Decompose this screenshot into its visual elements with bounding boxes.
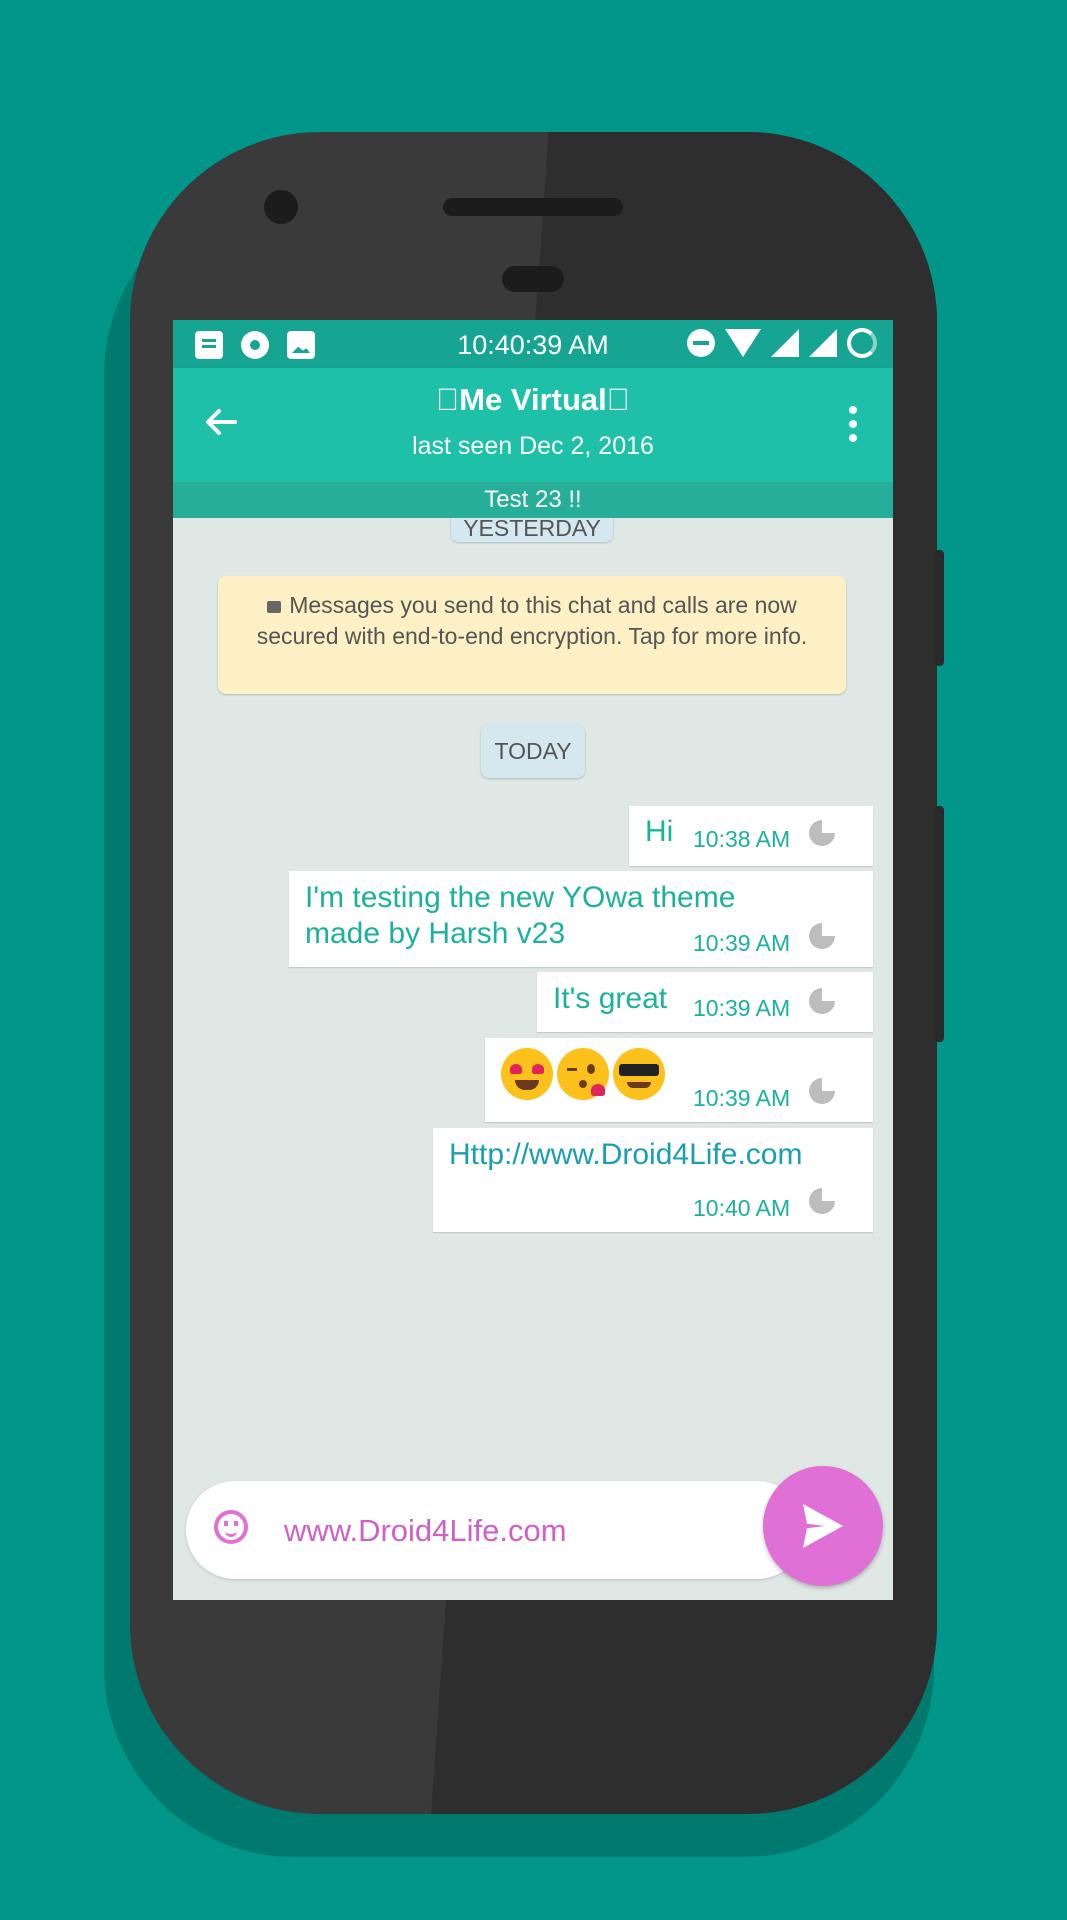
kissing-heart-emoji <box>557 1048 609 1100</box>
send-button[interactable] <box>763 1466 883 1586</box>
proximity-sensor <box>502 266 564 292</box>
emoji-picker-icon[interactable] <box>214 1510 248 1544</box>
pending-clock-icon <box>809 988 835 1014</box>
message-text: It's great <box>553 982 668 1015</box>
pending-clock-icon <box>809 1188 835 1214</box>
contact-status: Test 23 !! <box>173 482 893 518</box>
message-bubble[interactable]: I'm testing the new YOwa theme made by H… <box>289 871 873 967</box>
message-time: 10:39 AM <box>693 1085 791 1111</box>
screen: 10:40:39 AM  Me Virtual  last seen Dec 2… <box>173 320 893 1600</box>
message-time: 10:38 AM <box>693 826 791 852</box>
message-bubble[interactable]: Http://www.Droid4Life.com 10:40 AM <box>433 1128 873 1232</box>
message-text: Hi <box>645 815 674 848</box>
status-bar: 10:40:39 AM <box>173 320 893 368</box>
signal-icon <box>771 329 799 357</box>
heart-eyes-emoji <box>501 1048 553 1100</box>
message-time: 10:39 AM <box>693 930 791 956</box>
pending-clock-icon <box>809 923 835 949</box>
pending-clock-icon <box>809 1078 835 1104</box>
speaker-grille <box>443 198 623 216</box>
front-camera <box>264 190 298 224</box>
message-composer <box>186 1481 806 1579</box>
lock-icon <box>267 601 282 613</box>
message-text-line-2: made by Harsh v23 <box>305 917 566 950</box>
side-button-upper <box>934 550 944 666</box>
message-text-line-1: I'm testing the new YOwa theme <box>305 881 736 914</box>
message-time: 10:40 AM <box>693 1195 791 1221</box>
encryption-text: Messages you send to this chat and calls… <box>256 592 808 649</box>
message-bubble[interactable]: Hi 10:38 AM <box>629 806 873 866</box>
chat-header:  Me Virtual  last seen Dec 2, 2016 <box>173 368 893 482</box>
message-link[interactable]: Http://www.Droid4Life.com <box>449 1138 802 1172</box>
battery-icon <box>847 328 877 358</box>
encryption-notice[interactable]: Messages you send to this chat and calls… <box>218 576 846 694</box>
signal-icon-secondary <box>809 329 837 357</box>
do-not-disturb-icon <box>687 329 715 357</box>
pending-clock-icon <box>809 820 835 846</box>
message-time: 10:39 AM <box>693 995 791 1021</box>
send-icon <box>803 1504 843 1548</box>
message-bubble[interactable]: 10:39 AM <box>485 1038 873 1122</box>
side-button-lower <box>934 806 944 1042</box>
date-chip-today: TODAY <box>481 724 585 778</box>
sunglasses-emoji <box>613 1048 665 1100</box>
contact-name[interactable]:  Me Virtual  <box>173 382 893 418</box>
overflow-menu-icon[interactable] <box>849 406 859 442</box>
wifi-icon <box>725 329 761 357</box>
message-input[interactable] <box>282 1503 766 1559</box>
last-seen: last seen Dec 2, 2016 <box>412 432 654 460</box>
message-bubble[interactable]: It's great 10:39 AM <box>537 972 873 1032</box>
